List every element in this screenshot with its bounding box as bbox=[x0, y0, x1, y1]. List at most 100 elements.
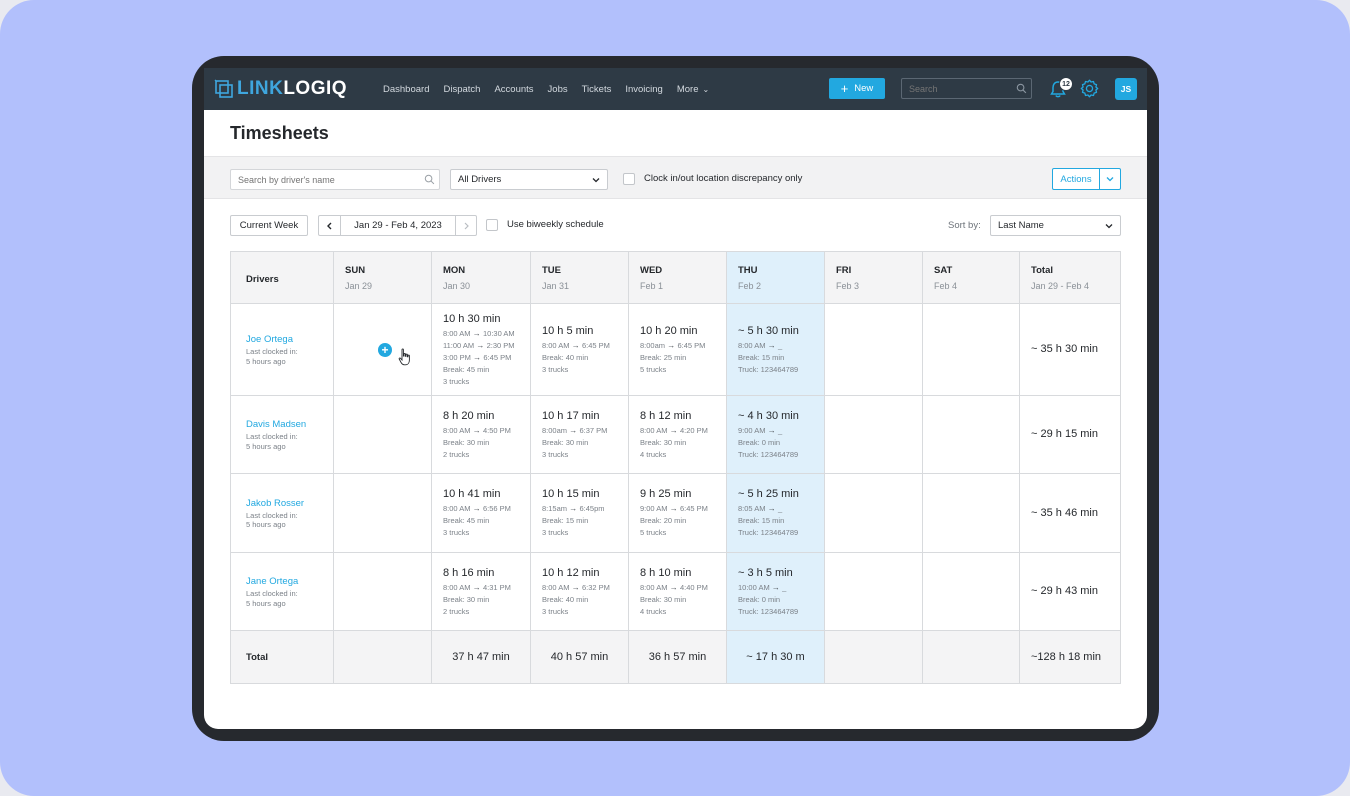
timesheet-cell[interactable]: ~ 29 h 15 min bbox=[1020, 396, 1120, 474]
add-entry-button[interactable]: + bbox=[378, 343, 392, 357]
timesheet-cell[interactable]: ~ 29 h 43 min bbox=[1020, 553, 1120, 631]
nav-more[interactable]: More ⌄ bbox=[677, 84, 709, 95]
driver-name-link[interactable]: Jakob Rosser bbox=[246, 498, 304, 509]
timesheet-cell[interactable] bbox=[825, 553, 922, 631]
timesheet-cell[interactable]: 10 h 41 min 8:00 AM → 6:56 PM Break: 45 mi… bbox=[432, 474, 530, 553]
discrepancy-checkbox[interactable] bbox=[623, 173, 635, 185]
search-icon[interactable] bbox=[424, 174, 435, 185]
nav-accounts[interactable]: Accounts bbox=[494, 84, 533, 95]
actions-button[interactable]: Actions bbox=[1053, 169, 1100, 189]
timesheet-cell[interactable]: 10 h 15 min 8:15am → 6:45pm Break: 15 min 3… bbox=[531, 474, 628, 553]
column-date: Jan 29 - Feb 4 bbox=[1031, 281, 1090, 291]
timesheet-cell[interactable]: 8 h 16 min 8:00 AM → 4:31 PM Break: 30 min… bbox=[432, 553, 530, 631]
drivers-filter-select[interactable]: All Drivers bbox=[450, 169, 608, 190]
timesheet-cell[interactable]: 9 h 25 min 9:00 AM → 6:45 PM Break: 20 min… bbox=[629, 474, 726, 553]
total-row-label: Total bbox=[246, 652, 268, 663]
nav-jobs[interactable]: Jobs bbox=[548, 84, 568, 95]
user-avatar[interactable]: JS bbox=[1115, 78, 1137, 100]
timesheet-cell[interactable]: 8 h 10 min 8:00 AM → 4:40 PM Break: 30 min… bbox=[629, 553, 726, 631]
timesheet-cell[interactable]: + bbox=[334, 304, 431, 396]
hours-worked: ~ 5 h 25 min bbox=[738, 488, 799, 500]
total-row-cell: ~ 17 h 30 m bbox=[727, 631, 824, 683]
last-clocked-value: 5 hours ago bbox=[246, 356, 286, 366]
driver-search-input[interactable] bbox=[230, 169, 440, 190]
day-column-fri: FRI Feb 3 bbox=[825, 252, 923, 683]
column-header: Drivers bbox=[231, 252, 333, 304]
last-clocked-label: Last clocked in: bbox=[246, 347, 298, 356]
break-info: Break: 30 min bbox=[542, 438, 589, 447]
sort-select[interactable]: Last Name bbox=[990, 215, 1121, 236]
prev-week-button[interactable] bbox=[319, 216, 341, 235]
actions-toggle[interactable] bbox=[1100, 169, 1120, 189]
column-header: SUN Jan 29 bbox=[334, 252, 431, 304]
logo[interactable]: LINKLOGIQ bbox=[214, 78, 347, 100]
nav-dispatch[interactable]: Dispatch bbox=[443, 84, 480, 95]
nav-invoicing[interactable]: Invoicing bbox=[625, 84, 663, 95]
search-icon[interactable] bbox=[1016, 83, 1027, 94]
timesheet-cell[interactable]: ~ 5 h 30 min 8:00 AM → _ Break: 15 min Truc… bbox=[727, 304, 824, 396]
driver-name-link[interactable]: Joe Ortega bbox=[246, 334, 298, 345]
driver-name-link[interactable]: Davis Madsen bbox=[246, 419, 306, 430]
timesheet-cell[interactable] bbox=[825, 304, 922, 396]
timesheet-cell[interactable]: 10 h 30 min 8:00 AM → 10:30 AM 11:00 AM → … bbox=[432, 304, 530, 396]
trucks-info: Truck: 123464789 bbox=[738, 607, 799, 616]
trucks-info: 4 trucks bbox=[640, 450, 667, 459]
hours-worked: 8 h 12 min bbox=[640, 410, 692, 422]
timesheet-cell[interactable]: 10 h 12 min 8:00 AM → 6:32 PM Break: 40 mi… bbox=[531, 553, 628, 631]
timesheet-cell[interactable] bbox=[923, 474, 1019, 553]
timesheet-cell[interactable]: 10 h 17 min 8:00am → 6:37 PM Break: 30 min… bbox=[531, 396, 628, 474]
hours-worked: 10 h 17 min bbox=[542, 410, 600, 422]
date-range-nav: Jan 29 - Feb 4, 2023 bbox=[318, 215, 477, 236]
timesheet-cell[interactable]: ~ 3 h 5 min 10:00 AM → _ Break: 0 min Truck… bbox=[727, 553, 824, 631]
driver-week-total: ~ 29 h 15 min bbox=[1031, 428, 1098, 440]
timesheet-cell[interactable] bbox=[825, 474, 922, 553]
shift-start: 9:00 AM bbox=[738, 426, 766, 435]
timesheet-cell[interactable]: ~ 4 h 30 min 9:00 AM → _ Break: 0 min Truck… bbox=[727, 396, 824, 474]
timesheet-cell[interactable]: 10 h 20 min 8:00am → 6:45 PM Break: 25 min… bbox=[629, 304, 726, 396]
timesheet-cell[interactable]: ~ 35 h 46 min bbox=[1020, 474, 1120, 553]
chevron-down-icon bbox=[592, 178, 600, 183]
break-info: Break: 30 min bbox=[443, 595, 490, 604]
shift-start: 8:00 AM bbox=[542, 583, 570, 592]
shift-start: 8:00 AM bbox=[640, 583, 668, 592]
trucks-info: Truck: 123464789 bbox=[738, 528, 799, 537]
day-total: ~ 17 h 30 m bbox=[746, 651, 805, 663]
trucks-info: Truck: 123464789 bbox=[738, 450, 799, 459]
global-search-input[interactable] bbox=[901, 78, 1032, 99]
nav-tickets[interactable]: Tickets bbox=[582, 84, 612, 95]
timesheet-cell[interactable]: 8 h 12 min 8:00 AM → 4:20 PM Break: 30 min… bbox=[629, 396, 726, 474]
timesheet-cell[interactable] bbox=[334, 474, 431, 553]
timesheet-cell[interactable]: ~ 5 h 25 min 8:05 AM → _ Break: 15 min Truc… bbox=[727, 474, 824, 553]
timesheet-cell[interactable] bbox=[923, 396, 1019, 474]
timesheet-cell[interactable] bbox=[923, 304, 1019, 396]
gear-icon[interactable] bbox=[1079, 78, 1100, 99]
timesheet-cell[interactable]: ~ 35 h 30 min bbox=[1020, 304, 1120, 396]
shift-end: 6:45 PM bbox=[483, 353, 512, 362]
timesheet-cell[interactable]: 8 h 20 min 8:00 AM → 4:50 PM Break: 30 min… bbox=[432, 396, 530, 474]
day-column-mon: MON Jan 30 10 h 30 min 8:00 AM → 10:30 AM 11… bbox=[432, 252, 531, 683]
shift-line: 8:00 AM → 6:45 PM bbox=[542, 340, 610, 352]
timesheet-cell[interactable] bbox=[334, 553, 431, 631]
shift-start: 8:05 AM bbox=[738, 504, 766, 513]
total-row-cell: 40 h 57 min bbox=[531, 631, 628, 683]
break-info: Break: 30 min bbox=[640, 438, 687, 447]
shift-line: 8:00 AM → 6:56 PM bbox=[443, 503, 511, 515]
shift-line: 8:15am → 6:45pm bbox=[542, 503, 605, 515]
shift-line: 8:05 AM → _ bbox=[738, 503, 799, 515]
timesheet-cell[interactable] bbox=[334, 396, 431, 474]
new-button[interactable]: + New bbox=[829, 78, 885, 99]
driver-name-link[interactable]: Jane Ortega bbox=[246, 576, 298, 587]
shift-line: 11:00 AM → 2:30 PM bbox=[443, 340, 515, 352]
trucks-info: 3 trucks bbox=[443, 528, 470, 537]
timesheet-cell[interactable] bbox=[825, 396, 922, 474]
day-column-sun: SUN Jan 29 + bbox=[334, 252, 432, 683]
next-week-button[interactable] bbox=[455, 216, 476, 235]
column-header: Total Jan 29 - Feb 4 bbox=[1020, 252, 1120, 304]
arrow-right-icon: → bbox=[569, 341, 582, 350]
biweekly-checkbox[interactable] bbox=[486, 219, 498, 231]
column-header: FRI Feb 3 bbox=[825, 252, 922, 304]
timesheet-cell[interactable]: 10 h 5 min 8:00 AM → 6:45 PM Break: 40 min… bbox=[531, 304, 628, 396]
current-week-button[interactable]: Current Week bbox=[230, 215, 308, 236]
timesheet-cell[interactable] bbox=[923, 553, 1019, 631]
nav-dashboard[interactable]: Dashboard bbox=[383, 84, 429, 95]
